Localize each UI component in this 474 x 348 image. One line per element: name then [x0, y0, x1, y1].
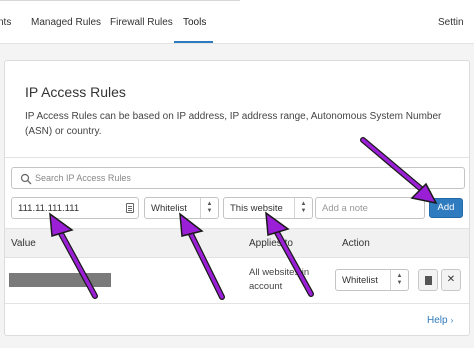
redacted-value	[9, 273, 111, 287]
note-input[interactable]: Add a note	[315, 197, 425, 219]
help-label: Help	[427, 315, 448, 326]
card-description: IP Access Rules can be based on IP addre…	[25, 111, 442, 137]
tab-tools[interactable]: Tools	[183, 17, 206, 28]
row-action-value: Whitelist	[342, 275, 378, 286]
mode-select[interactable]: Whitelist ▲ ▼	[144, 197, 219, 219]
search-icon	[20, 173, 32, 185]
close-icon: ✕	[446, 274, 456, 285]
chevron-updown-icon: ▲ ▼	[294, 198, 312, 218]
card-title: IP Access Rules	[25, 84, 126, 100]
ip-address-value: 111.11.111.111	[18, 203, 80, 214]
scope-select[interactable]: This website ▲ ▼	[223, 197, 313, 219]
tab-settings[interactable]: Settin	[438, 17, 464, 28]
tab-managed-rules[interactable]: Managed Rules	[31, 17, 101, 28]
top-divider	[0, 0, 240, 1]
tab-firewall-rules[interactable]: Firewall Rules	[110, 17, 173, 28]
ip-address-input[interactable]: 111.11.111.111	[11, 197, 139, 219]
mode-select-value: Whitelist	[151, 203, 187, 214]
row-action-select[interactable]: Whitelist ▲ ▼	[335, 269, 409, 291]
ip-access-rules-card: IP Access Rules IP Access Rules can be b…	[4, 60, 470, 336]
column-header-value: Value	[11, 238, 36, 249]
chevron-updown-icon: ▲ ▼	[200, 198, 218, 218]
tab-events[interactable]: nts	[0, 17, 11, 28]
tab-bar: nts Managed Rules Firewall Rules Tools S…	[0, 0, 474, 44]
scope-select-value: This website	[230, 203, 283, 214]
search-input[interactable]: Search IP Access Rules	[11, 167, 465, 189]
document-icon	[425, 276, 432, 285]
help-link[interactable]: Help ›	[427, 315, 453, 326]
applies-to-cell: All websites in account	[249, 267, 310, 292]
note-placeholder: Add a note	[322, 203, 368, 214]
table-header: Value Applies to Action	[5, 228, 469, 258]
column-header-applies-to: Applies to	[249, 238, 293, 249]
table-row: All websites in account Whitelist ▲ ▼ ✕	[5, 258, 469, 304]
column-header-action: Action	[342, 238, 370, 249]
divider	[5, 157, 469, 158]
clipboard-icon[interactable]	[126, 203, 134, 213]
delete-rule-button[interactable]: ✕	[441, 269, 461, 291]
chevron-updown-icon: ▲ ▼	[390, 270, 408, 290]
edit-note-button[interactable]	[418, 269, 438, 291]
chevron-right-icon: ›	[450, 316, 454, 325]
search-placeholder: Search IP Access Rules	[35, 173, 131, 183]
add-button[interactable]: Add	[429, 198, 463, 218]
active-tab-indicator	[174, 41, 213, 43]
